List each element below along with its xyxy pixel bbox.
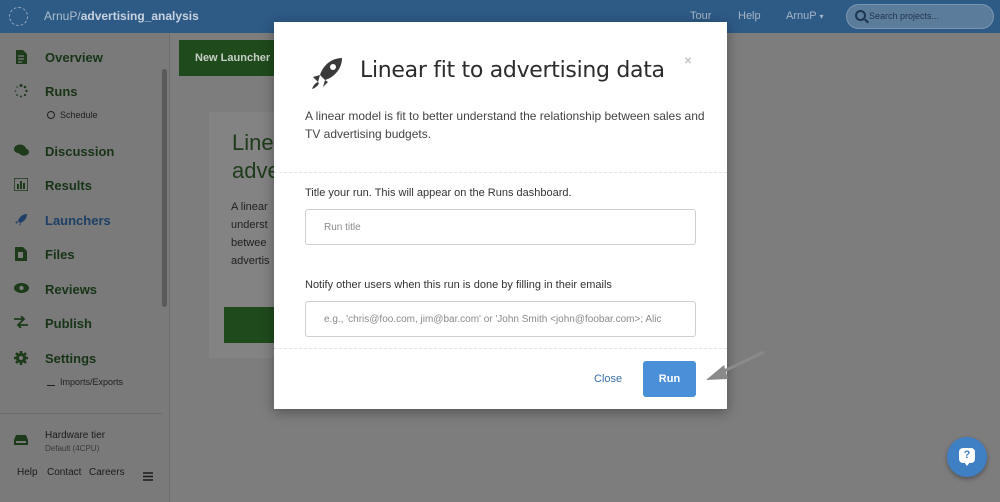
launcher-card-text-line: betwee (231, 237, 267, 249)
footer-help-link[interactable]: Help (17, 467, 38, 478)
sidebar-item-settings[interactable]: Settings (0, 345, 162, 373)
sidebar-subitem-imports-exports[interactable]: Imports/Exports (47, 377, 123, 387)
sidebar-item-files[interactable]: Files (0, 241, 162, 269)
modal-description: A linear model is fit to better understa… (305, 109, 705, 141)
hardware-icon (14, 432, 28, 450)
document-icon (14, 50, 28, 64)
rocket-icon (310, 56, 344, 90)
clock-icon (47, 111, 55, 119)
close-icon[interactable]: × (684, 52, 692, 68)
help-chat-button[interactable]: ? (947, 437, 987, 477)
eye-icon (14, 282, 29, 296)
rocket-icon (14, 213, 28, 227)
sidebar-scrollbar[interactable] (162, 69, 167, 307)
sidebar-item-label: Files (45, 247, 75, 262)
nav-tour-link[interactable]: Tour (690, 10, 711, 22)
new-launcher-button[interactable]: New Launcher (179, 40, 274, 76)
footer-careers-link[interactable]: Careers (89, 467, 125, 478)
launcher-card-text-line: underst (231, 219, 268, 231)
annotation-arrow-icon (698, 349, 768, 389)
sidebar-item-launchers[interactable]: Launchers (0, 207, 162, 235)
notify-emails-label: Notify other users when this run is done… (305, 279, 612, 291)
footer-contact-link[interactable]: Contact (47, 467, 81, 478)
launcher-card-run-button[interactable] (224, 307, 276, 343)
sidebar-subitem-label: Imports/Exports (60, 377, 124, 387)
nav-user-menu[interactable]: ArnuP ▾ (786, 10, 823, 22)
sidebar-item-label: Launchers (45, 213, 111, 228)
breadcrumb-owner[interactable]: ArnuP/ (44, 9, 81, 23)
arrows-icon (14, 315, 28, 330)
launcher-card-text-line: advertis (231, 255, 270, 267)
nav-help-link[interactable]: Help (738, 10, 761, 22)
collapse-sidebar-icon[interactable] (143, 468, 153, 486)
close-button[interactable]: Close (594, 373, 622, 385)
sidebar: Overview Runs Schedule Discussion Result… (0, 33, 170, 502)
sidebar-item-runs[interactable]: Runs (0, 78, 162, 106)
user-name: ArnuP (786, 10, 817, 22)
search-icon (855, 10, 866, 21)
launcher-card-description: A linear underst betwee advertis (231, 198, 270, 270)
breadcrumb-project[interactable]: advertising_analysis (81, 9, 199, 23)
sidebar-item-label: Results (45, 178, 92, 193)
run-title-input[interactable] (305, 209, 696, 245)
modal-divider (274, 172, 727, 173)
sidebar-item-label: Runs (45, 84, 78, 99)
sidebar-item-publish[interactable]: Publish (0, 310, 162, 338)
hardware-tier-label[interactable]: Hardware tier (45, 430, 105, 441)
project-breadcrumb: ArnuP/advertising_analysis (44, 9, 199, 23)
question-icon: ? (959, 448, 975, 466)
bar-chart-icon (13, 177, 29, 192)
sidebar-divider (0, 413, 162, 414)
chat-icon (14, 144, 29, 158)
notify-emails-input[interactable] (305, 301, 696, 337)
sidebar-item-reviews[interactable]: Reviews (0, 276, 162, 304)
sidebar-item-label: Overview (45, 50, 103, 65)
sidebar-item-discussion[interactable]: Discussion (0, 138, 162, 166)
chevron-down-icon: ▾ (819, 12, 824, 21)
search-placeholder: Search projects... (869, 11, 940, 21)
modal-footer-divider (274, 348, 727, 349)
sidebar-item-results[interactable]: Results (0, 172, 162, 200)
sidebar-item-label: Publish (45, 316, 92, 331)
sidebar-item-label: Reviews (45, 282, 98, 297)
hardware-tier-value: Default (4CPU) (45, 444, 100, 453)
sidebar-item-label: Settings (45, 351, 97, 366)
spinner-icon (14, 84, 28, 98)
sidebar-subitem-label: Schedule (60, 110, 98, 120)
modal-title: Linear fit to advertising data (360, 58, 665, 83)
app-logo-icon[interactable] (9, 7, 28, 26)
sidebar-item-overview[interactable]: Overview (0, 44, 162, 72)
run-title-label: Title your run. This will appear on the … (305, 187, 572, 199)
run-button[interactable]: Run (643, 361, 696, 397)
launcher-card-text-line: A linear (231, 201, 268, 213)
sitemap-icon (47, 378, 55, 386)
gear-icon (14, 351, 28, 365)
sidebar-subitem-schedule[interactable]: Schedule (47, 110, 98, 120)
files-icon (14, 247, 28, 261)
sidebar-item-label: Discussion (45, 144, 115, 159)
project-search[interactable]: Search projects... (846, 4, 994, 29)
run-launcher-modal: Linear fit to advertising data × A linea… (274, 22, 727, 409)
